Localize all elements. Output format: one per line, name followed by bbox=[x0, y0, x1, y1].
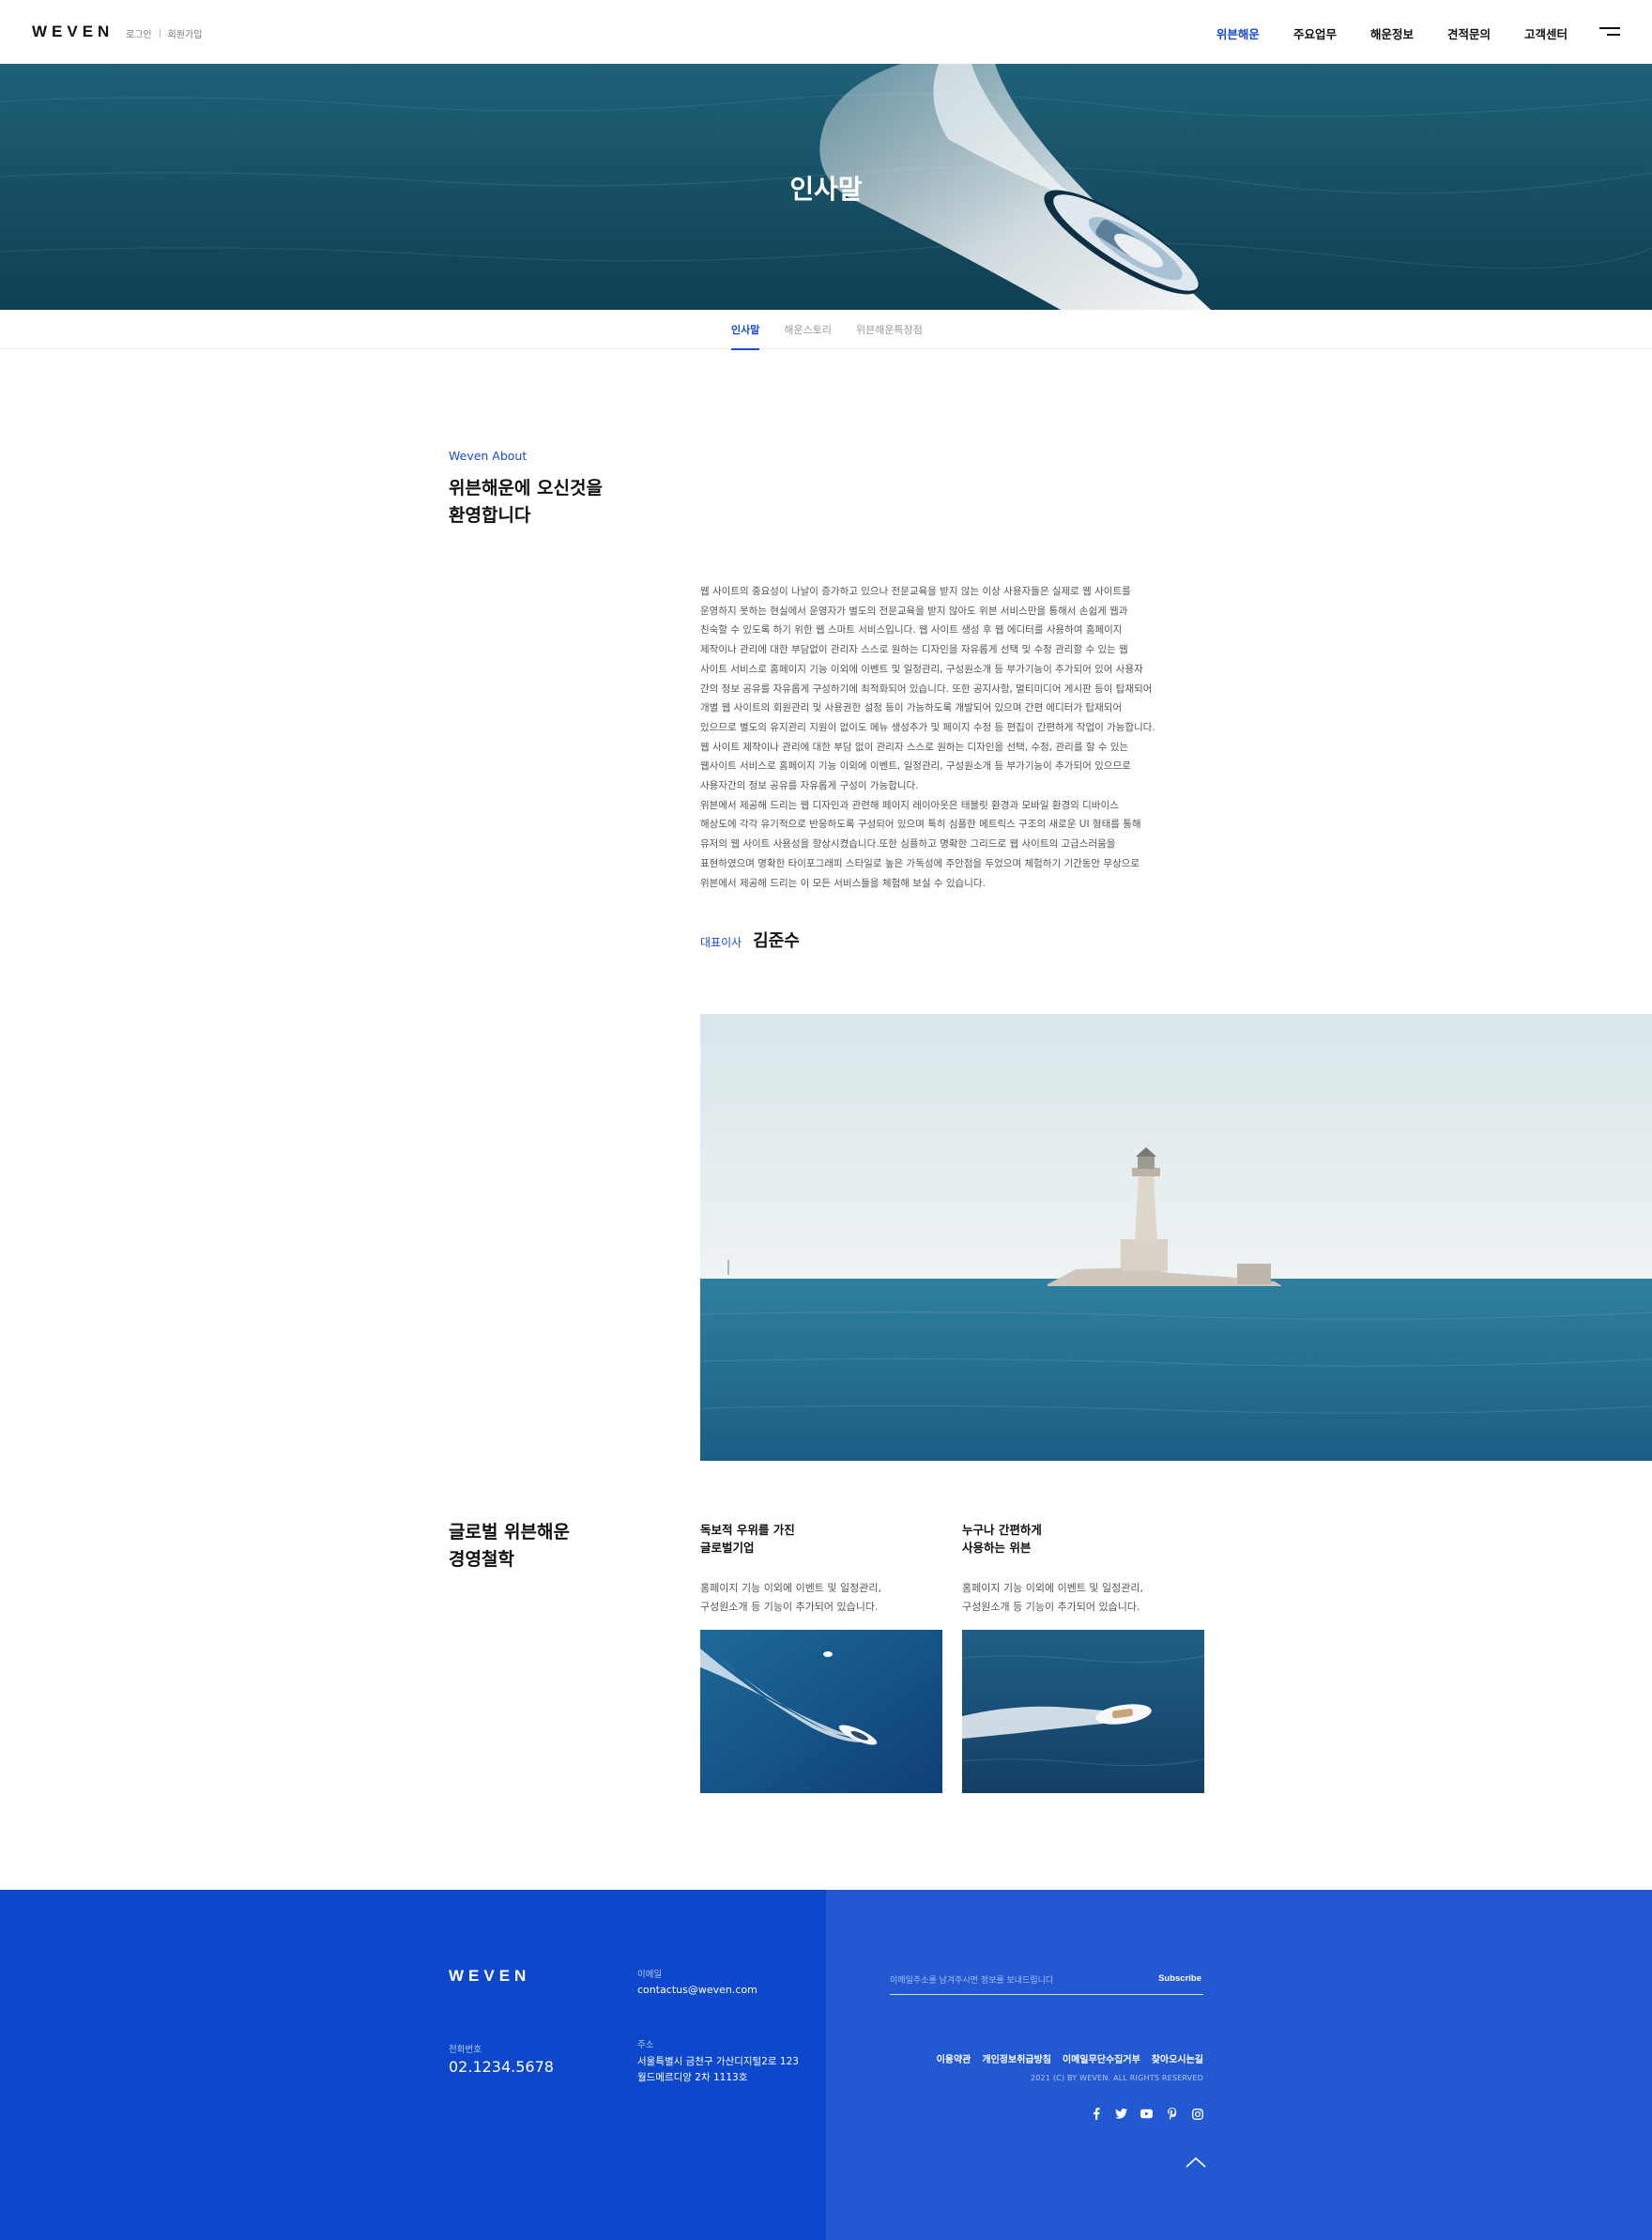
site-footer: WEVEN 전화번호 02.1234.5678 이메일 contactus@we… bbox=[0, 1890, 1652, 2240]
address: 서울특별시 금천구 가산디지털2로 123 월드메르디앙 2차 1113호 bbox=[637, 2054, 799, 2086]
motorboat-image bbox=[962, 1630, 1204, 1793]
subscribe-email-input[interactable] bbox=[890, 1972, 1143, 1989]
body-line: 표현하였으며 명확한 타이포그래피 스타일로 높은 가독성에 주안점을 두었으며… bbox=[700, 857, 1140, 869]
about-heading: 위븐해운에 오신것을 환영합니다 bbox=[449, 475, 603, 529]
email-label: 이메일 bbox=[637, 1970, 663, 1980]
feature-desc-line: 홈페이지 기능 이외에 이벤트 및 일정관리, bbox=[962, 1582, 1144, 1594]
body-line: 위븐에서 제공해 드리는 웹 디자인과 관련해 페이지 레이아웃은 태블릿 환경… bbox=[700, 799, 1119, 811]
tab-weven-advantages[interactable]: 위븐해운특장점 bbox=[856, 322, 923, 350]
feature-title-line: 누구나 간편하게 bbox=[962, 1523, 1042, 1537]
pinterest-icon[interactable] bbox=[1166, 2108, 1178, 2120]
email-address[interactable]: contactus@weven.com bbox=[637, 1984, 757, 1996]
body-line: 위븐에서 제공해 드리는 이 모든 서비스들을 체험해 보실 수 있습니다. bbox=[700, 877, 986, 889]
nav-item-quote[interactable]: 견적문의 bbox=[1447, 24, 1491, 42]
feature-title: 누구나 간편하게 사용하는 위븐 bbox=[962, 1521, 1204, 1557]
about-heading-line: 위븐해운에 오신것을 bbox=[449, 478, 603, 499]
page-title: 인사말 bbox=[789, 174, 863, 205]
body-line: 사용자간의 정보 공유를 자유롭게 구성이 가능합니다. bbox=[700, 780, 919, 792]
youtube-icon[interactable] bbox=[1140, 2108, 1153, 2120]
site-header: WEVEN 로그인 회원가입 위븐해운 주요업무 해운정보 견적문의 고객센터 bbox=[0, 0, 1652, 64]
facebook-icon[interactable] bbox=[1090, 2108, 1102, 2120]
ceo-role: 대표이사 bbox=[700, 936, 742, 949]
address-line: 서울특별시 금천구 가산디지털2로 123 bbox=[637, 2056, 799, 2067]
ceo-name: 김준수 bbox=[753, 931, 800, 951]
philosophy-heading-line: 경영철학 bbox=[449, 1549, 514, 1570]
speedboat-image bbox=[700, 1630, 942, 1793]
phone-label: 전화번호 bbox=[449, 2045, 482, 2055]
body-line: 웹 사이트의 중요성이 나날이 증가하고 있으나 전문교육을 받지 않는 이상 … bbox=[700, 586, 1131, 597]
subscribe-button[interactable]: Subscribe bbox=[1158, 1973, 1201, 1984]
feature-card: 독보적 우위를 가진 글로벌기업 홈페이지 기능 이외에 이벤트 및 일정관리,… bbox=[700, 1521, 942, 1793]
greeting-body: 웹 사이트의 중요성이 나날이 증가하고 있으나 전문교육을 받지 않는 이상 … bbox=[700, 582, 1207, 893]
feature-desc-line: 홈페이지 기능 이외에 이벤트 및 일정관리, bbox=[700, 1582, 882, 1594]
feature-card: 누구나 간편하게 사용하는 위븐 홈페이지 기능 이외에 이벤트 및 일정관리,… bbox=[962, 1521, 1204, 1793]
section-eyebrow: Weven About bbox=[449, 449, 528, 463]
util-divider bbox=[159, 29, 161, 38]
footer-logo[interactable]: WEVEN bbox=[449, 1967, 530, 1986]
footer-link-privacy[interactable]: 개인정보취급방침 bbox=[982, 2051, 1051, 2065]
social-links bbox=[1090, 2108, 1203, 2120]
footer-link-directions[interactable]: 찾아오시는길 bbox=[1152, 2051, 1203, 2065]
address-label: 주소 bbox=[637, 2040, 654, 2050]
body-line: 해상도에 각각 유기적으로 반응하도록 구성되어 있으며 특히 심플한 메트릭스… bbox=[700, 819, 1141, 831]
hamburger-menu-icon[interactable] bbox=[1599, 27, 1620, 38]
hero-banner: 인사말 bbox=[0, 64, 1652, 310]
body-line: 개별 웹 사이트의 회원관리 및 사용권한 설정 등이 가능하도록 개발되어 있… bbox=[700, 702, 1123, 714]
feature-desc-line: 구성원소개 등 기능이 추가되어 있습니다. bbox=[962, 1601, 1140, 1613]
feature-title-line: 사용하는 위븐 bbox=[962, 1541, 1032, 1555]
philosophy-heading: 글로벌 위븐해운 경영철학 bbox=[449, 1519, 570, 1573]
nav-item-business[interactable]: 주요업무 bbox=[1293, 24, 1337, 42]
body-line: 사이트 서비스로 홈페이지 기능 이외에 이벤트 및 일정관리, 구성원소개 등… bbox=[700, 663, 1143, 675]
feature-desc: 홈페이지 기능 이외에 이벤트 및 일정관리, 구성원소개 등 기능이 추가되어… bbox=[962, 1579, 1204, 1617]
body-line: 유저의 웹 사이트 사용성을 향상시켰습니다.또한 심플하고 명확한 그리드로 … bbox=[700, 838, 1116, 851]
body-line: 웹 사이트 제작이나 관리에 대한 부담 없이 관리자 스스로 원하는 디자인을… bbox=[700, 741, 1129, 753]
join-link[interactable]: 회원가입 bbox=[168, 26, 203, 40]
twitter-icon[interactable] bbox=[1115, 2108, 1127, 2120]
footer-links: 이용약관 개인정보취급방침 이메일무단수집거부 찾아오시는길 bbox=[937, 2051, 1203, 2065]
sub-tabs: 인사말 해운스토리 위븐해운특장점 bbox=[0, 310, 1652, 350]
tab-shipping-story[interactable]: 해운스토리 bbox=[784, 322, 832, 350]
main-nav: 위븐해운 주요업무 해운정보 견적문의 고객센터 bbox=[1216, 24, 1568, 42]
instagram-icon[interactable] bbox=[1191, 2108, 1203, 2120]
body-line: 제작이나 관리에 대한 부담없이 관리자 스스로 원하는 디자인을 자유롭게 선… bbox=[700, 644, 1128, 656]
copyright: 2021 (C) BY WEVEN. ALL RIGHTS RESERVED bbox=[1030, 2074, 1203, 2082]
scroll-top-icon[interactable] bbox=[1185, 2155, 1207, 2170]
tab-greeting[interactable]: 인사말 bbox=[731, 322, 760, 350]
phone-number: 02.1234.5678 bbox=[449, 2058, 554, 2076]
footer-link-no-email-collection[interactable]: 이메일무단수집거부 bbox=[1063, 2051, 1140, 2065]
feature-title-line: 독보적 우위를 가진 bbox=[700, 1523, 795, 1537]
nav-item-shipping-info[interactable]: 해운정보 bbox=[1370, 24, 1414, 42]
philosophy-heading-line: 글로벌 위븐해운 bbox=[449, 1522, 570, 1542]
login-link[interactable]: 로그인 bbox=[126, 26, 152, 40]
subscribe-form: Subscribe bbox=[890, 1971, 1203, 1995]
address-line: 월드메르디앙 2차 1113호 bbox=[637, 2072, 748, 2083]
body-line: 운영하지 못하는 현실에서 운영자가 별도의 전문교육을 받지 않아도 위븐 서… bbox=[700, 605, 1128, 617]
body-line: 웹사이트 서비스로 홈페이지 기능 이외에 이벤트, 일정관리, 구성원소개 등… bbox=[700, 760, 1131, 773]
ceo-signature: 대표이사 김준수 bbox=[700, 928, 800, 952]
util-links: 로그인 회원가입 bbox=[126, 26, 202, 40]
site-logo[interactable]: WEVEN bbox=[32, 23, 114, 41]
lighthouse-image bbox=[700, 1014, 1652, 1461]
nav-item-weven[interactable]: 위븐해운 bbox=[1216, 24, 1260, 42]
body-line: 친숙할 수 있도록 하기 위한 웹 스마트 서비스입니다. 웹 사이트 생성 후… bbox=[700, 624, 1123, 637]
feature-title-line: 글로벌기업 bbox=[700, 1541, 755, 1555]
nav-item-customer-center[interactable]: 고객센터 bbox=[1524, 24, 1568, 42]
feature-desc: 홈페이지 기능 이외에 이벤트 및 일정관리, 구성원소개 등 기능이 추가되어… bbox=[700, 1579, 942, 1617]
body-line: 간의 정보 공유를 자유롭게 구성하기에 최적화되어 있습니다. 또한 공지사항… bbox=[700, 683, 1153, 695]
body-line: 있으므로 별도의 유지관리 지원이 없이도 메뉴 생성추가 및 페이지 수정 등… bbox=[700, 721, 1155, 733]
feature-desc-line: 구성원소개 등 기능이 추가되어 있습니다. bbox=[700, 1601, 879, 1613]
footer-link-terms[interactable]: 이용약관 bbox=[937, 2051, 971, 2065]
feature-title: 독보적 우위를 가진 글로벌기업 bbox=[700, 1521, 942, 1557]
about-heading-line: 환영합니다 bbox=[449, 505, 531, 526]
